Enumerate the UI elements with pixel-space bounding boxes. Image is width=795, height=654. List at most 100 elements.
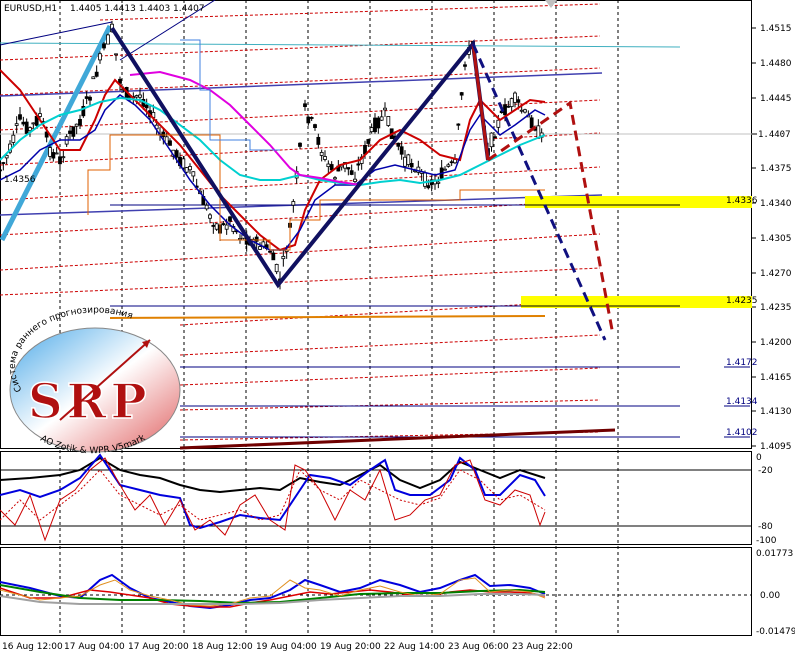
candle-body xyxy=(51,152,56,159)
macd-panel-frame xyxy=(0,547,752,636)
stoch-top-label: 0 xyxy=(756,453,762,463)
time-tick-label: 17 Aug 20:00 xyxy=(128,642,189,652)
logo-letters: SRP xyxy=(28,374,151,430)
candle-body xyxy=(271,252,276,261)
candle-body xyxy=(214,223,219,230)
stoch-upper-label: -20 xyxy=(758,466,773,476)
candle-body xyxy=(496,119,501,128)
candle-body xyxy=(399,146,404,155)
candle-body xyxy=(161,131,166,137)
stoch-blue xyxy=(0,453,546,530)
price-tick-label: 1.4445 xyxy=(760,94,792,104)
yellow-label-2: 1.4235 xyxy=(726,296,758,306)
candle-body xyxy=(106,34,110,45)
candle-body xyxy=(1,162,6,164)
candle-body xyxy=(323,156,327,160)
candle-body xyxy=(0,169,2,172)
candle-body xyxy=(456,123,461,126)
candle-body xyxy=(84,96,89,99)
candle-body xyxy=(91,76,96,80)
candle-body xyxy=(224,224,229,230)
candle-body xyxy=(78,118,82,126)
macd-mid-label: 0.00 xyxy=(760,591,780,601)
candle-body xyxy=(316,136,321,145)
candle-body xyxy=(228,216,232,222)
candle-body xyxy=(376,117,381,129)
candle-body xyxy=(329,164,334,171)
candle-body xyxy=(238,238,242,240)
candle-body xyxy=(221,223,226,226)
candle-body xyxy=(449,161,454,164)
price-tick-label: 1.4305 xyxy=(760,234,792,244)
candle-body xyxy=(138,94,142,98)
candle-body xyxy=(204,204,209,210)
candle-body xyxy=(298,142,302,147)
price-tick-label: 1.4515 xyxy=(760,24,792,34)
candle-body xyxy=(369,127,374,133)
candle-body xyxy=(383,107,387,111)
ma-red xyxy=(0,69,546,252)
candle-body xyxy=(54,152,59,155)
price-tick-label: 1.4270 xyxy=(760,269,792,279)
candle-body xyxy=(21,121,26,125)
candle-body xyxy=(258,246,262,250)
candle-body xyxy=(274,263,279,273)
macd-top-label: 0.01773 xyxy=(756,549,793,559)
candle-body xyxy=(489,132,494,148)
candle-body xyxy=(356,163,361,166)
price-tick-label: 1.4235 xyxy=(760,303,792,313)
price-tick-label: 1.4375 xyxy=(760,164,792,174)
srp-logo: Система раннего прогнозирования AO Zotik… xyxy=(8,305,181,456)
price-tick-label: 1.4200 xyxy=(760,338,792,348)
candle-body xyxy=(313,124,317,128)
candle-body xyxy=(38,113,42,117)
candle-body xyxy=(71,126,76,137)
candle-body xyxy=(191,171,196,177)
candle-body xyxy=(94,71,99,77)
time-tick-label: 22 Aug 14:00 xyxy=(384,642,445,652)
candle-body xyxy=(516,99,521,103)
price-tick-label: 1.4165 xyxy=(760,373,792,383)
candle-body xyxy=(18,114,22,120)
triangle-marker-icon xyxy=(545,0,557,8)
candle-body xyxy=(254,236,259,242)
forecast-navy xyxy=(471,43,607,341)
chart-canvas[interactable]: Система раннего прогнозирования AO Zotik… xyxy=(0,0,795,654)
candle-body xyxy=(443,168,447,171)
macd-bottom-label: -0.01479 xyxy=(756,627,795,637)
candle-body xyxy=(102,43,106,49)
candle-body xyxy=(74,123,79,127)
candle-body xyxy=(446,164,451,167)
candle-body xyxy=(114,53,118,56)
time-tick-label: 19 Aug 20:00 xyxy=(320,642,381,652)
candle-body xyxy=(506,105,511,108)
candle-body xyxy=(463,64,467,67)
yellow-zone-1 xyxy=(525,196,752,208)
candle-body xyxy=(509,98,514,107)
candle-body xyxy=(349,170,354,175)
candle-body xyxy=(174,150,179,158)
time-tick-label: 23 Aug 22:00 xyxy=(512,642,573,652)
candle-body xyxy=(24,121,29,134)
candle-body xyxy=(48,147,52,157)
candle-body xyxy=(98,53,102,61)
candle-body xyxy=(396,142,401,147)
stoch-bottom-label: -100 xyxy=(756,536,777,546)
chart-symbol: EURUSD,H1 xyxy=(4,4,57,14)
candle-body xyxy=(459,92,464,96)
candle-body xyxy=(291,201,296,206)
candle-body xyxy=(403,156,407,167)
thin-blue-diagonal xyxy=(0,21,113,46)
candle-body xyxy=(353,178,357,182)
time-tick-label: 19 Aug 04:00 xyxy=(256,642,317,652)
time-tick-label: 18 Aug 12:00 xyxy=(192,642,253,652)
candle-body xyxy=(309,117,314,119)
orange-line xyxy=(109,315,546,319)
channel-top-line xyxy=(0,72,603,97)
price-tick-label: 1.4130 xyxy=(760,407,792,417)
candle-body xyxy=(144,104,149,109)
candle-body xyxy=(181,158,186,169)
candle-body xyxy=(436,181,441,184)
time-axis: 16 Aug 12:00 17 Aug 04:00 17 Aug 20:00 18 A… xyxy=(2,642,573,652)
candle-body xyxy=(523,109,527,113)
